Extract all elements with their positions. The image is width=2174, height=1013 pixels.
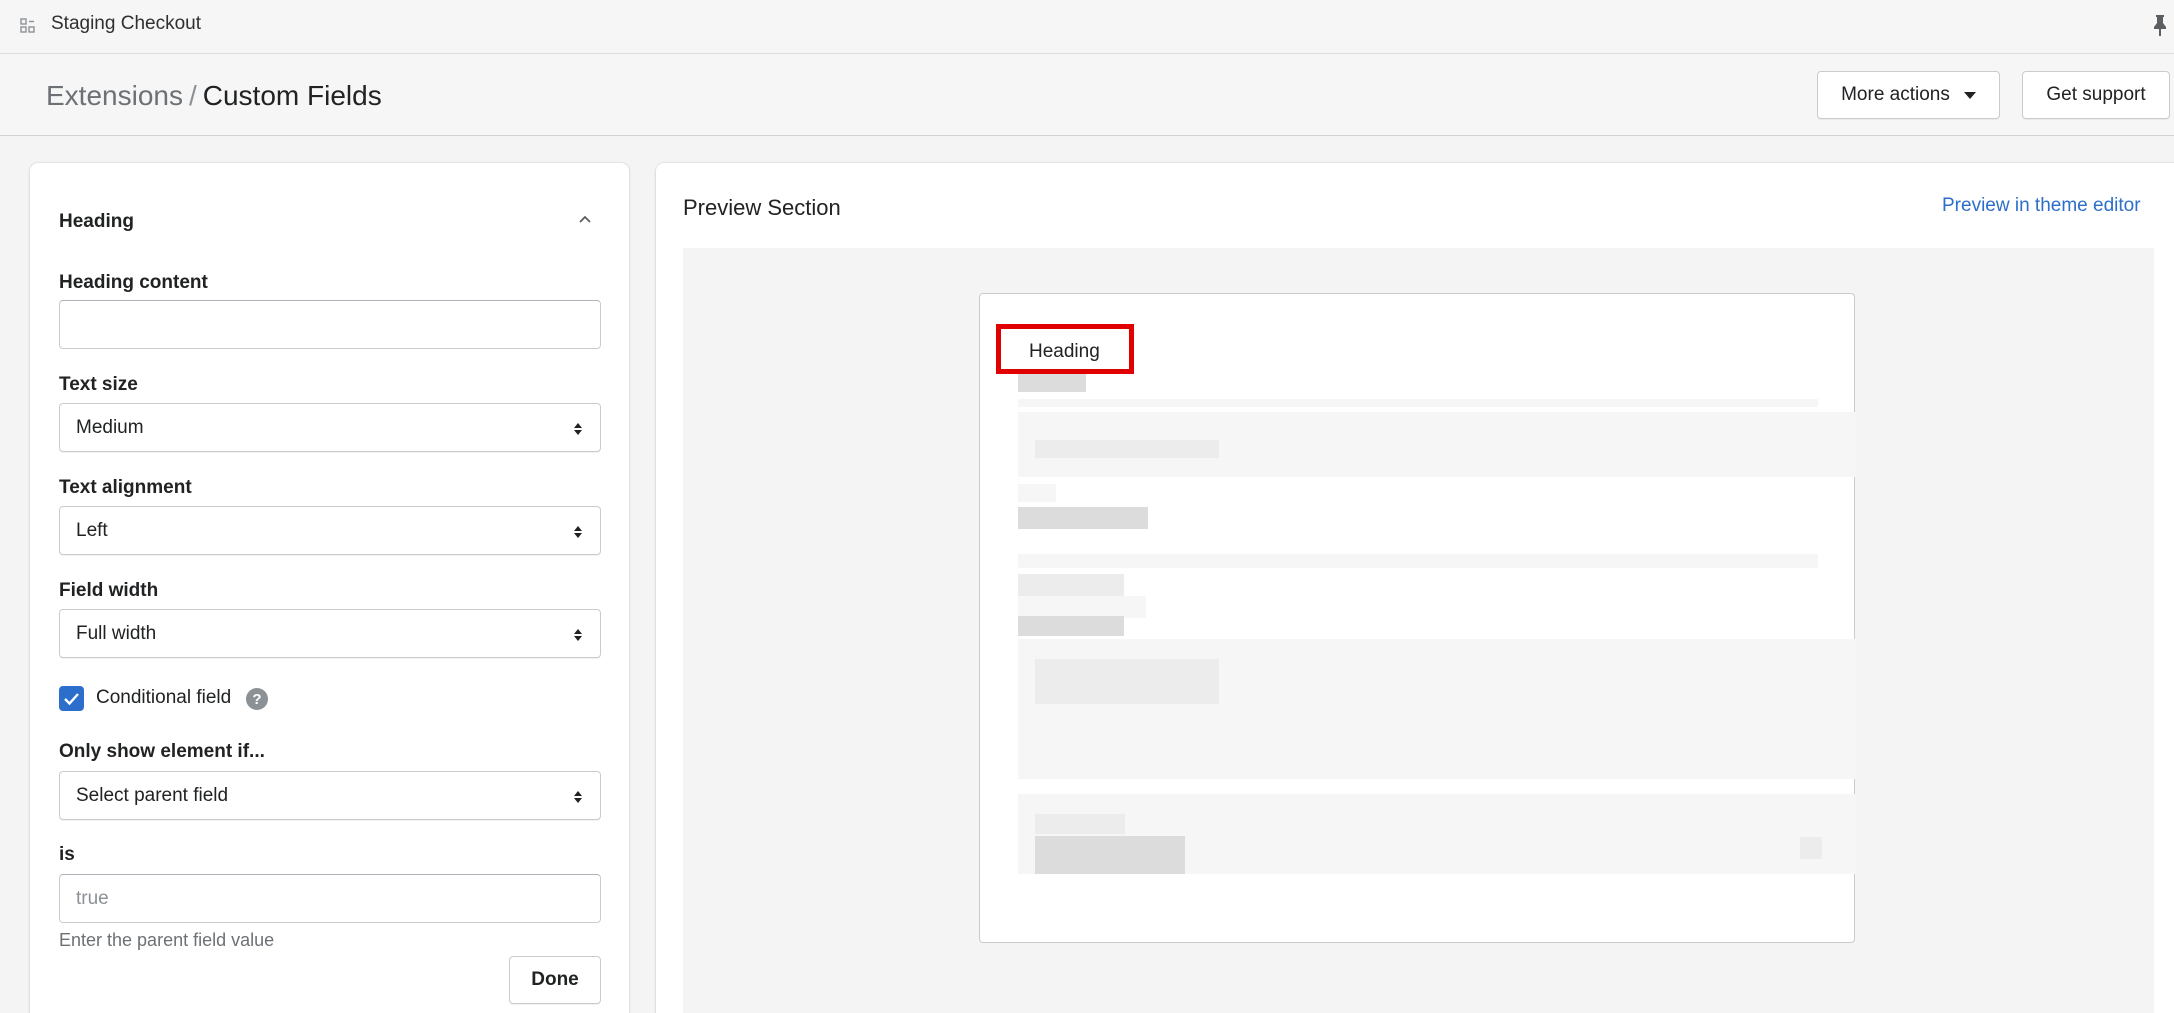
text-alignment-select[interactable]: Left bbox=[59, 506, 601, 555]
conditional-field-checkbox[interactable] bbox=[59, 686, 84, 711]
breadcrumb: Extensions / Custom Fields bbox=[46, 80, 382, 112]
parent-value-help-text: Enter the parent field value bbox=[59, 930, 275, 950]
blurred-placeholder bbox=[1035, 836, 1185, 874]
text-size-value: Medium bbox=[76, 417, 144, 438]
heading-content-label: Heading content bbox=[59, 272, 208, 293]
preview-in-theme-editor-link[interactable]: Preview in theme editor bbox=[1942, 195, 2141, 217]
breadcrumb-separator: / bbox=[188, 80, 197, 111]
svg-text:?: ? bbox=[252, 691, 261, 708]
help-icon[interactable]: ? bbox=[245, 687, 269, 711]
field-width-value: Full width bbox=[76, 623, 157, 644]
select-arrows-icon bbox=[574, 526, 582, 538]
done-button[interactable]: Done bbox=[509, 956, 601, 1004]
breadcrumb-extensions[interactable]: Extensions bbox=[46, 80, 183, 111]
is-label: is bbox=[59, 844, 75, 865]
blurred-placeholder bbox=[1018, 596, 1146, 618]
text-size-label: Text size bbox=[59, 374, 138, 395]
blurred-placeholder bbox=[1035, 814, 1125, 834]
text-alignment-label: Text alignment bbox=[59, 477, 192, 498]
checkmark-icon bbox=[64, 693, 79, 706]
text-alignment-value: Left bbox=[76, 520, 108, 541]
field-width-label: Field width bbox=[59, 580, 159, 601]
app-titlebar: Staging Checkout bbox=[0, 0, 2174, 54]
blurred-placeholder bbox=[1018, 399, 1818, 407]
heading-content-input[interactable] bbox=[59, 300, 601, 349]
chevron-up-icon[interactable] bbox=[575, 209, 595, 229]
blurred-placeholder bbox=[1018, 374, 1086, 392]
caret-down-icon bbox=[1963, 91, 1976, 99]
select-arrows-icon bbox=[574, 423, 582, 435]
preview-section-title: Preview Section bbox=[683, 195, 841, 220]
page-title: Custom Fields bbox=[202, 80, 382, 111]
parent-field-value: Select parent field bbox=[76, 785, 229, 806]
select-arrows-icon bbox=[574, 629, 582, 641]
heading-preview-text: Heading bbox=[1029, 341, 1100, 362]
parent-value-input[interactable] bbox=[59, 874, 601, 923]
preview-card: Preview Section Preview in theme editor … bbox=[656, 163, 2174, 1013]
more-actions-label: More actions bbox=[1841, 84, 1950, 105]
field-width-select[interactable]: Full width bbox=[59, 609, 601, 658]
blurred-placeholder bbox=[1018, 616, 1124, 636]
preview-canvas: Heading bbox=[683, 248, 2154, 1013]
checkout-preview-frame: Heading bbox=[979, 293, 1856, 943]
blurred-placeholder bbox=[1035, 659, 1219, 704]
app-title: Staging Checkout bbox=[51, 13, 201, 34]
section-title: Heading bbox=[59, 211, 134, 232]
conditional-field-label: Conditional field bbox=[96, 687, 232, 708]
field-editor-card: Heading Heading content Text size Medium… bbox=[30, 163, 629, 1013]
blurred-placeholder bbox=[1018, 554, 1818, 568]
more-actions-button[interactable]: More actions bbox=[1817, 71, 2000, 119]
blurred-placeholder bbox=[1018, 484, 1056, 502]
pin-icon[interactable] bbox=[2150, 13, 2170, 37]
blurred-placeholder bbox=[1018, 574, 1124, 596]
blurred-placeholder bbox=[1800, 837, 1822, 859]
page-header: Extensions / Custom Fields More actions Ge… bbox=[0, 54, 2174, 136]
parent-field-select[interactable]: Select parent field bbox=[59, 771, 601, 820]
heading-preview-element[interactable]: Heading bbox=[996, 324, 1134, 374]
text-size-select[interactable]: Medium bbox=[59, 403, 601, 452]
blurred-placeholder bbox=[1035, 440, 1219, 458]
blurred-placeholder bbox=[1018, 507, 1148, 529]
select-arrows-icon bbox=[574, 791, 582, 803]
get-support-button[interactable]: Get support bbox=[2022, 71, 2170, 119]
only-show-label: Only show element if... bbox=[59, 741, 265, 762]
apps-icon bbox=[20, 18, 35, 33]
